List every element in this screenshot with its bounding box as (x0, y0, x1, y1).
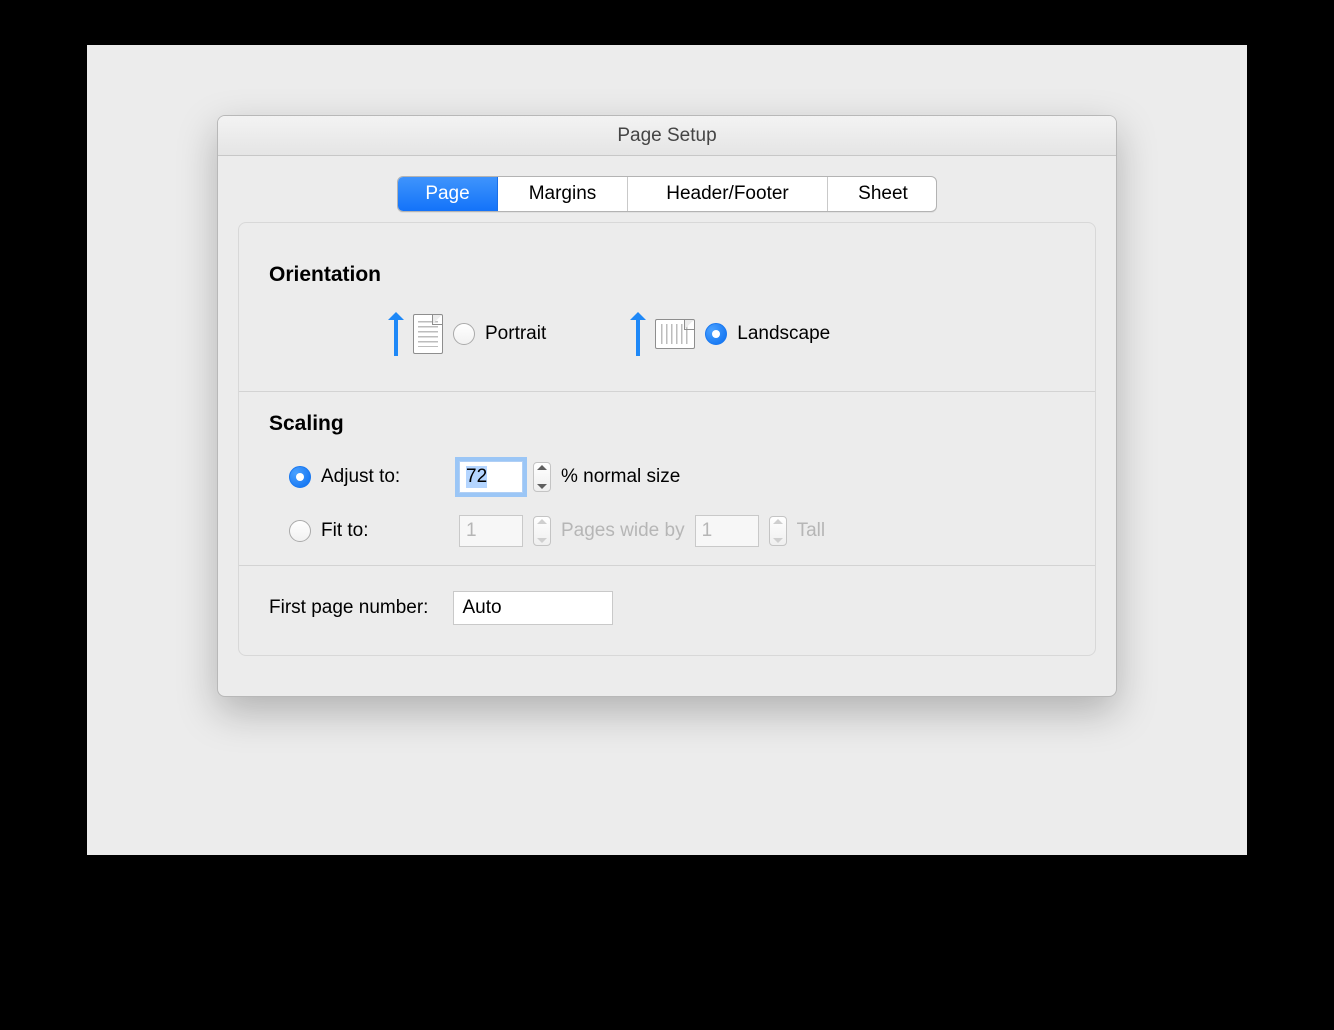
scaling-fit-to-option[interactable]: Fit to: (289, 520, 459, 542)
orientation-landscape-option[interactable]: Landscape (631, 312, 830, 356)
arrow-up-icon (389, 312, 403, 356)
scaling-heading: Scaling (269, 412, 1065, 436)
tab-page[interactable]: Page (398, 177, 498, 211)
tab-header-footer[interactable]: Header/Footer (628, 177, 828, 211)
tab-margins[interactable]: Margins (498, 177, 628, 211)
scaling-options: Adjust to: % normal size Fit to: (269, 461, 1065, 547)
desktop-background: Page Setup Page Margins Header/Footer Sh… (87, 45, 1247, 855)
chevron-down-icon (773, 538, 783, 543)
chevron-down-icon (537, 538, 547, 543)
fit-pages-tall-stepper[interactable] (769, 516, 787, 546)
arrow-up-icon (631, 312, 645, 356)
tab-bar: Page Margins Header/Footer Sheet (397, 176, 937, 212)
first-page-number-input[interactable] (453, 591, 613, 625)
dialog-title: Page Setup (617, 125, 716, 147)
fit-pages-wide-input[interactable] (459, 515, 523, 547)
tab-sheet[interactable]: Sheet (828, 177, 937, 211)
fit-between-label: Pages wide by (561, 520, 685, 542)
portrait-page-icon (413, 314, 443, 354)
scaling-adjust-to-option[interactable]: Adjust to: (289, 466, 459, 488)
adjust-to-input[interactable] (459, 461, 523, 493)
adjust-to-label: Adjust to: (321, 466, 400, 488)
fit-to-controls: Pages wide by Tall (459, 515, 1065, 547)
orientation-portrait-radio[interactable] (453, 323, 475, 345)
landscape-label: Landscape (737, 323, 830, 345)
dialog-titlebar: Page Setup (218, 116, 1116, 156)
scaling-fit-radio[interactable] (289, 520, 311, 542)
fit-tall-label: Tall (797, 520, 826, 542)
landscape-page-icon (655, 319, 695, 349)
first-page-number-row: First page number: (269, 591, 1065, 625)
orientation-heading: Orientation (269, 263, 1065, 287)
orientation-landscape-radio[interactable] (705, 323, 727, 345)
adjust-to-suffix: % normal size (561, 466, 680, 488)
tab-content: Orientation Portrait Landscape (238, 222, 1096, 656)
fit-to-label: Fit to: (321, 520, 369, 542)
fit-pages-tall-input[interactable] (695, 515, 759, 547)
chevron-up-icon (537, 465, 547, 470)
page-setup-dialog: Page Setup Page Margins Header/Footer Sh… (217, 115, 1117, 697)
separator (239, 391, 1095, 392)
dialog-body: Page Margins Header/Footer Sheet Orienta… (218, 156, 1116, 696)
chevron-down-icon (537, 484, 547, 489)
orientation-options: Portrait Landscape (269, 312, 1065, 356)
chevron-up-icon (537, 519, 547, 524)
fit-pages-wide-stepper[interactable] (533, 516, 551, 546)
scaling-adjust-radio[interactable] (289, 466, 311, 488)
separator (239, 565, 1095, 566)
adjust-to-controls: % normal size (459, 461, 1065, 493)
first-page-label: First page number: (269, 597, 428, 619)
adjust-to-stepper[interactable] (533, 462, 551, 492)
chevron-up-icon (773, 519, 783, 524)
orientation-portrait-option[interactable]: Portrait (389, 312, 546, 356)
portrait-label: Portrait (485, 323, 546, 345)
